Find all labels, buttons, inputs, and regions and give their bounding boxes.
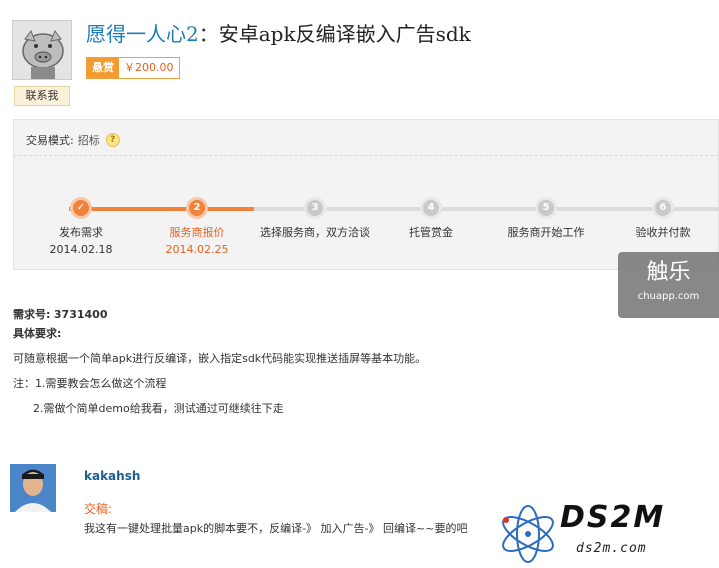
step-6-circle: 6: [652, 197, 674, 219]
progress-panel: 交易模式: 招标 ? ✓ 发布需求 2014.02.18 2 服务商报价 201…: [13, 119, 719, 270]
trade-mode: 交易模式: 招标 ?: [26, 132, 120, 148]
contact-button[interactable]: 联系我: [14, 86, 70, 106]
panel-divider: [14, 155, 718, 156]
step-3-circle: 3: [304, 197, 326, 219]
step-5-circle: 5: [535, 197, 557, 219]
requirement-detail-label: 具体要求:: [13, 327, 62, 340]
trade-mode-label: 交易模式:: [26, 134, 74, 147]
reply-username-link[interactable]: kakahsh: [84, 469, 140, 483]
page-title: 愿得一人心2：安卓apk反编译嵌入广告sdk: [86, 18, 471, 47]
requirement-line: 可随意根据一个简单apk进行反编译，嵌入指定sdk代码能实现推送插屏等基本功能。: [13, 352, 427, 365]
reply-text: 我这有一键处理批量apk的脚本要不，反编译-》 加入广告-》 回编译~~要的吧: [84, 522, 468, 535]
requirement-note-1: 注：1.需要教会怎么做这个流程: [13, 377, 167, 390]
chuapp-watermark-logo: 触乐: [646, 260, 691, 285]
step-4-circle: 4: [420, 197, 442, 219]
requirement-id-label: 需求号:: [13, 308, 51, 321]
ds2m-watermark-logo: DS2M: [560, 500, 666, 535]
progress-track-done: [69, 207, 254, 211]
ds2m-watermark-site: ds2m.com: [576, 541, 647, 556]
user-photo-icon: [10, 464, 56, 512]
publisher-avatar[interactable]: [12, 20, 72, 80]
reward-amount: ￥200.00: [119, 58, 179, 78]
reply-avatar[interactable]: [10, 464, 56, 512]
step-2-date: 2014.02.25: [165, 243, 229, 256]
chuapp-watermark-site: chuapp.com: [637, 291, 700, 302]
task-title: 安卓apk反编译嵌入广告sdk: [218, 22, 471, 46]
step-1-date: 2014.02.18: [49, 243, 113, 256]
step-2-circle: 2: [186, 197, 208, 219]
step-1-circle: ✓: [70, 197, 92, 219]
publisher-name-link[interactable]: 愿得一人心2: [86, 22, 199, 46]
reply-tag: 交稿:: [84, 502, 113, 516]
chuapp-watermark: 触乐 chuapp.com: [618, 252, 719, 318]
requirement-id: 需求号: 3731400: [13, 306, 107, 322]
title-separator: ：: [198, 22, 219, 46]
help-icon[interactable]: ?: [105, 133, 120, 147]
pig-avatar-icon: [13, 21, 71, 79]
atom-icon: [502, 505, 554, 563]
trade-mode-value: 招标: [77, 134, 100, 147]
requirement-note-2: 2.需做个简单demo给我看，测试通过可继续往下走: [33, 402, 284, 415]
reward-tag: 悬赏: [87, 58, 119, 78]
requirement-id-value: 3731400: [53, 308, 108, 321]
ds2m-watermark: DS2M ds2m.com: [490, 496, 719, 568]
step-6-label: 验收并付款: [635, 226, 691, 239]
reward-badge: 悬赏 ￥200.00: [86, 57, 180, 79]
